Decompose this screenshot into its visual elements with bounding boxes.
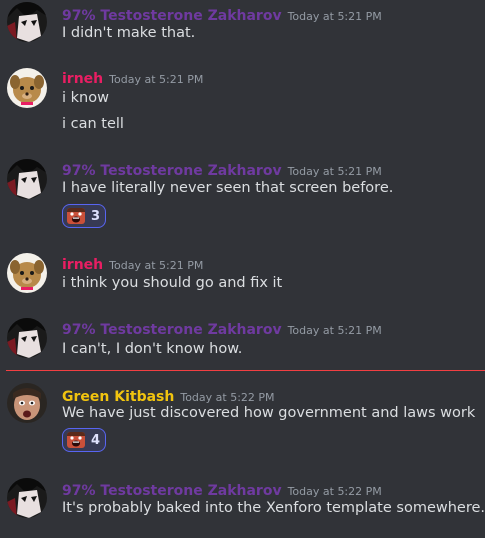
message-text: I didn't make that. [62, 25, 196, 41]
new-messages-divider [6, 370, 485, 371]
screaming-face-emoji-icon [67, 208, 85, 224]
user-avatar[interactable] [7, 383, 47, 423]
timestamp: Today at 5:21 PM [109, 73, 204, 86]
user-avatar[interactable] [7, 318, 47, 358]
author-name[interactable]: 97% Testosterone Zakharov [62, 163, 282, 179]
timestamp: Today at 5:21 PM [287, 10, 382, 23]
timestamp: Today at 5:21 PM [287, 165, 382, 178]
anime-avatar-icon [7, 159, 47, 199]
message-text: We have just discovered how government a… [62, 405, 476, 421]
reaction-button[interactable]: 3 [62, 204, 106, 228]
timestamp: Today at 5:21 PM [109, 259, 204, 272]
reaction-count: 4 [91, 432, 101, 448]
message-text: It's probably baked into the Xenforo tem… [62, 500, 485, 516]
screaming-face-emoji-icon [67, 432, 85, 448]
user-avatar[interactable] [7, 478, 47, 518]
timestamp: Today at 5:21 PM [287, 324, 382, 337]
dog-avatar-icon [7, 253, 47, 293]
message-text: I can't, I don't know how. [62, 341, 243, 357]
message-text: i know [62, 90, 109, 106]
timestamp: Today at 5:22 PM [180, 391, 275, 404]
author-name[interactable]: irneh [62, 71, 103, 87]
author-name[interactable]: irneh [62, 257, 103, 273]
reaction-count: 3 [91, 208, 101, 224]
reaction-button[interactable]: 4 [62, 428, 106, 452]
author-name[interactable]: 97% Testosterone Zakharov [62, 8, 282, 24]
message-text: I have literally never seen that screen … [62, 180, 394, 196]
dog-avatar-icon [7, 68, 47, 108]
author-name[interactable]: 97% Testosterone Zakharov [62, 322, 282, 338]
message-text: i can tell [62, 116, 124, 132]
user-avatar[interactable] [7, 159, 47, 199]
author-name[interactable]: Green Kitbash [62, 389, 174, 405]
anime-avatar-icon [7, 318, 47, 358]
message-text: i think you should go and fix it [62, 275, 283, 291]
anime-avatar-icon [7, 478, 47, 518]
user-avatar[interactable] [7, 2, 47, 42]
author-name[interactable]: 97% Testosterone Zakharov [62, 483, 282, 499]
photo-avatar-icon [7, 383, 47, 423]
anime-avatar-icon [7, 2, 47, 42]
timestamp: Today at 5:22 PM [287, 485, 382, 498]
user-avatar[interactable] [7, 253, 47, 293]
user-avatar[interactable] [7, 68, 47, 108]
